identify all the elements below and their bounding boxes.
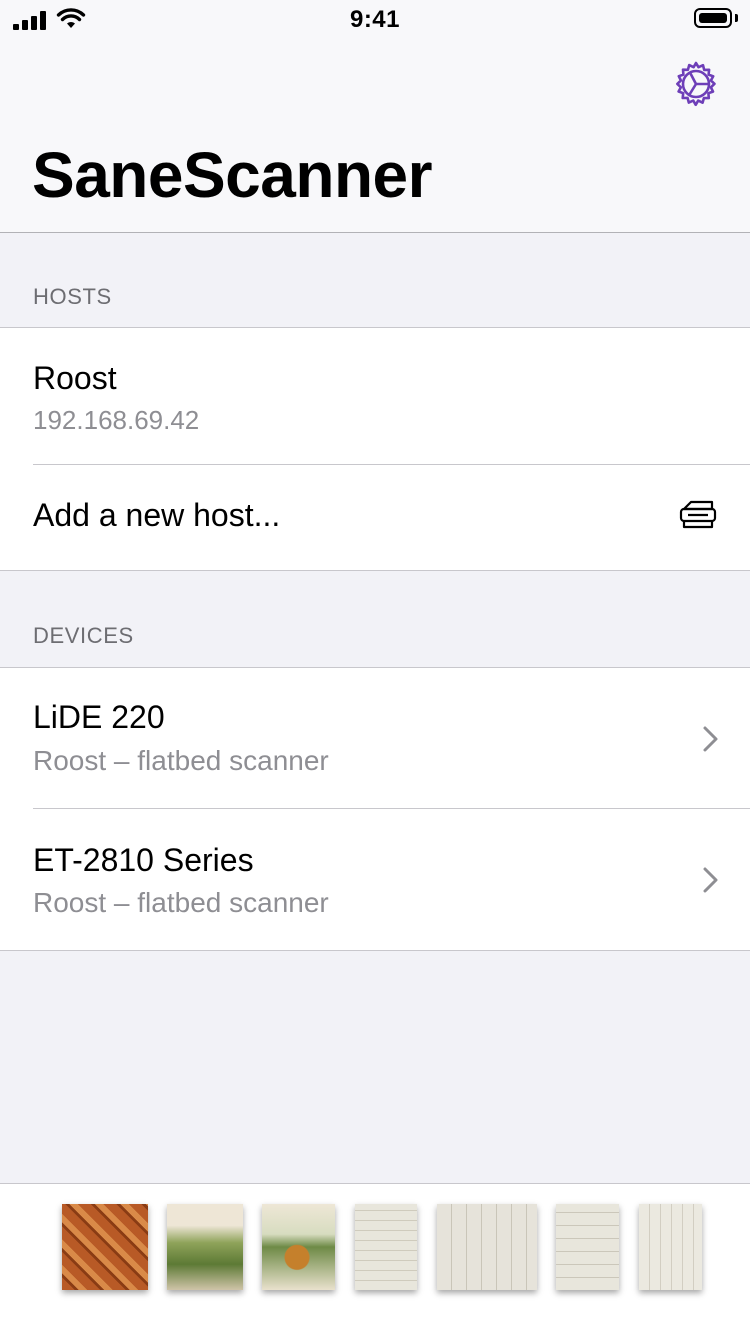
devices-header-label: DEVICES bbox=[33, 623, 134, 648]
chevron-right-icon bbox=[703, 867, 718, 893]
gallery-thumbnail-pineapple-plant[interactable] bbox=[167, 1204, 243, 1290]
host-address: 192.168.69.42 bbox=[33, 405, 200, 435]
hosts-header-label: HOSTS bbox=[33, 284, 112, 309]
gallery-thumbnail-pineapple-closeup[interactable] bbox=[62, 1204, 148, 1290]
status-bar: 9:41 bbox=[0, 0, 750, 40]
host-name: Roost bbox=[33, 360, 117, 396]
device-row-lide-220[interactable]: LiDE 220 Roost – flatbed scanner bbox=[0, 668, 750, 809]
device-name: LiDE 220 bbox=[33, 699, 165, 735]
gallery-thumbnail-sketch-page[interactable] bbox=[556, 1204, 619, 1290]
gallery-thumbnail-pineapple-illustration[interactable] bbox=[262, 1204, 335, 1290]
host-row-roost[interactable]: Roost 192.168.69.42 bbox=[0, 328, 750, 465]
hosts-section-header: HOSTS bbox=[0, 233, 750, 328]
add-host-label: Add a new host... bbox=[33, 497, 281, 533]
page-title: SaneScanner bbox=[32, 139, 433, 211]
devices-list: LiDE 220 Roost – flatbed scanner ET-2810… bbox=[0, 667, 750, 951]
device-subtitle: Roost – flatbed scanner bbox=[33, 745, 329, 776]
battery-icon bbox=[694, 8, 738, 30]
status-time: 9:41 bbox=[349, 6, 401, 33]
chevron-right-icon bbox=[703, 726, 718, 752]
devices-section-header: DEVICES bbox=[0, 572, 750, 667]
gallery-thumbnail-sketch-page[interactable] bbox=[437, 1204, 537, 1290]
scanner-icon bbox=[679, 500, 717, 529]
scan-gallery-bar bbox=[0, 1183, 750, 1335]
settings-gear-icon[interactable] bbox=[672, 60, 720, 108]
add-host-row[interactable]: Add a new host... bbox=[0, 465, 750, 570]
device-row-et-2810[interactable]: ET-2810 Series Roost – flatbed scanner bbox=[0, 809, 750, 950]
hosts-list: Roost 192.168.69.42 Add a new host... bbox=[0, 327, 750, 571]
navigation-bar: SaneScanner bbox=[0, 40, 750, 233]
gallery-thumbnail-sketch-page[interactable] bbox=[639, 1204, 702, 1290]
device-subtitle: Roost – flatbed scanner bbox=[33, 887, 329, 918]
device-name: ET-2810 Series bbox=[33, 842, 254, 878]
gallery-thumbnail-sketch-page[interactable] bbox=[355, 1204, 417, 1290]
